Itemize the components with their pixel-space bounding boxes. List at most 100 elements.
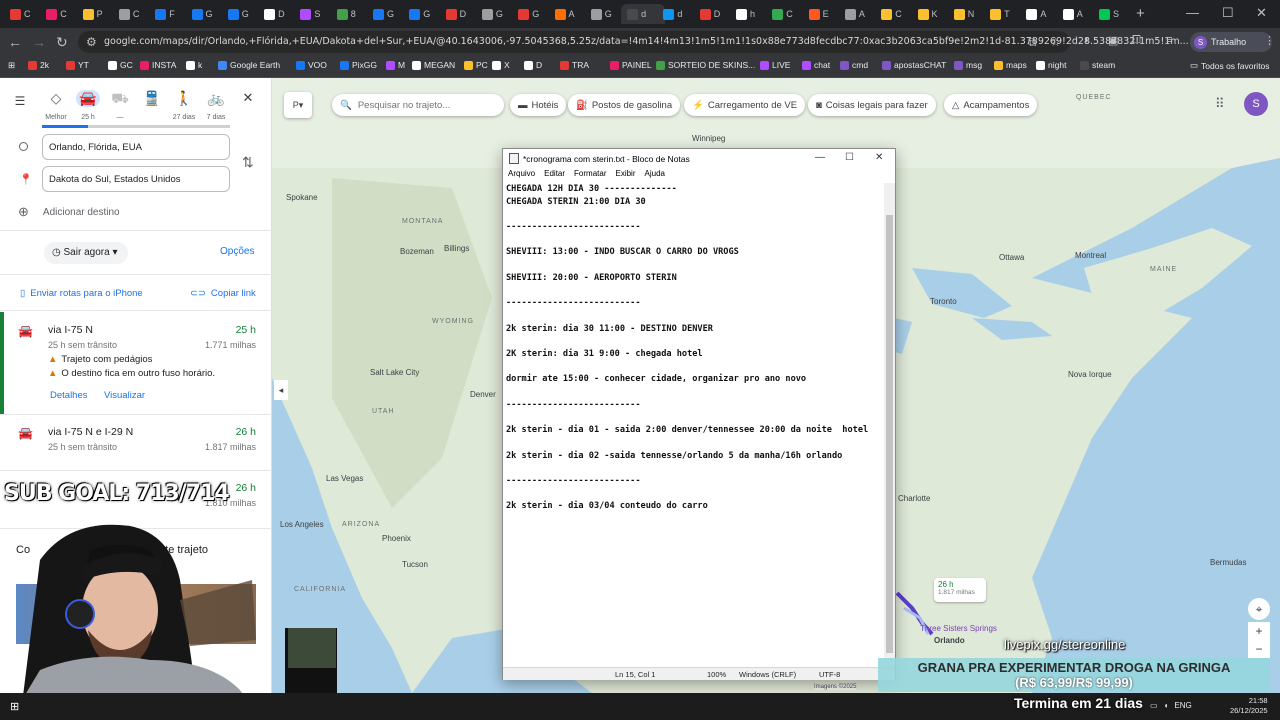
forward-button[interactable]: → <box>32 34 46 50</box>
things-to-do-chip[interactable]: ◙ Coisas legais para fazer <box>808 94 936 116</box>
browser-tab[interactable]: G <box>403 4 437 24</box>
browser-tab[interactable]: G <box>476 4 510 24</box>
extension-icon[interactable]: ◐ <box>1084 34 1091 46</box>
map-type-button[interactable]: P▾ <box>284 92 312 118</box>
bookmark-item[interactable]: VOO <box>296 60 327 70</box>
browser-tab[interactable]: A <box>1020 4 1054 24</box>
browser-tab[interactable]: C <box>766 4 800 24</box>
notepad-close-button[interactable]: ✕ <box>875 152 883 163</box>
network-icon[interactable]: ▭ <box>1150 701 1158 710</box>
extensions-puzzle-icon[interactable]: ⧠ <box>1132 34 1141 47</box>
browser-tab[interactable]: P <box>77 4 111 24</box>
browser-tab[interactable]: G <box>512 4 546 24</box>
route-option-2[interactable]: 🚘 via I-75 N e I-29 N 26 h 25 h sem trân… <box>0 414 272 470</box>
browser-menu-icon[interactable]: ⋮ <box>1264 34 1275 47</box>
options-button[interactable]: Opções <box>220 246 254 257</box>
bookmark-item[interactable]: steam <box>1080 60 1115 70</box>
route-search-input[interactable]: 🔍 Pesquisar no trajeto... <box>332 94 504 116</box>
browser-tab[interactable]: C <box>113 4 147 24</box>
bookmark-item[interactable]: 2k <box>28 60 49 70</box>
windows-start-icon[interactable]: ⊞ <box>10 700 19 713</box>
account-avatar[interactable]: S <box>1244 92 1268 116</box>
volume-icon[interactable]: ◖ <box>1164 701 1169 710</box>
leave-now-dropdown[interactable]: ◷ Sair agora ▾ <box>44 242 128 264</box>
origin-input[interactable]: Orlando, Flórida, EUA <box>42 134 230 160</box>
bookmark-star-icon[interactable]: ☆ <box>1050 35 1061 49</box>
bookmark-item[interactable]: chat <box>802 60 830 70</box>
bookmark-item[interactable]: MEGAN <box>412 60 455 70</box>
ev-charging-chip[interactable]: ⚡ Carregamento de VE <box>684 94 806 116</box>
browser-tab[interactable]: D <box>694 4 728 24</box>
close-directions-icon[interactable]: ✕ <box>236 90 260 106</box>
browser-tab[interactable]: h <box>730 4 764 24</box>
browser-tab[interactable]: 8 <box>331 4 365 24</box>
car-icon[interactable]: 🚘 <box>76 90 100 107</box>
bookmark-item[interactable]: INSTA <box>140 60 176 70</box>
reload-button[interactable]: ↻ <box>56 34 68 51</box>
bookmark-item[interactable]: maps <box>994 60 1027 70</box>
bookmark-item[interactable]: SORTEIO DE SKINS... <box>656 60 755 70</box>
language-indicator[interactable]: ENG <box>1174 701 1191 710</box>
share-icon[interactable]: ⧉ <box>1028 35 1037 50</box>
menu-editar[interactable]: Editar <box>544 169 565 183</box>
route-option-1[interactable]: 🚘 via I-75 N 25 h 25 h sem trânsito 1.77… <box>0 312 272 414</box>
hotels-chip[interactable]: ▬ Hotéis <box>510 94 567 116</box>
notepad-window[interactable]: *cronograma com sterin.txt - Bloco de No… <box>502 148 896 680</box>
maximize-button[interactable]: ☐ <box>1222 5 1234 21</box>
menu-ajuda[interactable]: Ajuda <box>645 169 665 183</box>
system-clock[interactable]: 21:58 26/12/2025 <box>1230 696 1268 716</box>
menu-formatar[interactable]: Formatar <box>574 169 606 183</box>
browser-tab[interactable]: S <box>294 4 328 24</box>
browser-tab[interactable]: K <box>912 4 946 24</box>
profile-button[interactable]: S Trabalho <box>1190 32 1272 52</box>
bookmark-item[interactable]: X <box>492 60 510 70</box>
browser-tab[interactable]: E <box>803 4 837 24</box>
walk-icon[interactable]: 🚶 <box>172 90 196 107</box>
bike-icon[interactable]: 🚲 <box>204 90 228 107</box>
notepad-scrollbar[interactable] <box>884 183 895 667</box>
best-route-icon[interactable]: ◇ <box>44 90 68 107</box>
browser-tab[interactable]: D <box>440 4 474 24</box>
menu-icon[interactable]: ☰ <box>8 94 32 108</box>
bookmark-item[interactable]: Google Earth <box>218 60 280 70</box>
site-settings-icon[interactable]: ⚙ <box>86 35 97 49</box>
back-button[interactable]: ← <box>8 34 22 50</box>
bookmark-item[interactable]: cmd <box>840 60 868 70</box>
browser-tab[interactable]: G <box>222 4 256 24</box>
route-preview-button[interactable]: Visualizar <box>104 390 145 401</box>
extension-icon-2[interactable]: ▣ <box>1108 34 1118 47</box>
google-apps-icon[interactable]: ⠿ <box>1215 96 1225 112</box>
copy-link[interactable]: ⊂⊃ Copiar link <box>190 288 256 299</box>
apps-grid-icon[interactable]: ⊞ <box>8 60 15 71</box>
browser-tab[interactable]: G <box>186 4 220 24</box>
notepad-maximize-button[interactable]: ☐ <box>845 152 854 163</box>
bookmark-item[interactable]: PAINEL <box>610 60 652 70</box>
close-window-button[interactable]: ✕ <box>1256 5 1267 21</box>
all-bookmarks-folder[interactable]: ▭ Todos os favoritos <box>1190 60 1270 71</box>
swap-directions-icon[interactable]: ⇅ <box>242 154 254 171</box>
camping-chip[interactable]: △ Acampamentos <box>944 94 1038 116</box>
motorcycle-icon[interactable]: ⛟ <box>108 90 132 109</box>
bookmark-item[interactable]: k <box>186 60 202 70</box>
browser-tab[interactable]: C <box>40 4 74 24</box>
send-to-phone-link[interactable]: ▯ Enviar rotas para o iPhone <box>20 288 143 299</box>
zoom-out-button[interactable]: − <box>1248 640 1270 658</box>
route-badge[interactable]: 26 h 1.817 milhas <box>934 578 986 602</box>
address-bar[interactable]: ⚙ google.com/maps/dir/Orlando,+Flórida,+… <box>78 31 1189 53</box>
browser-tab[interactable]: F <box>149 4 183 24</box>
bookmark-item[interactable]: msg <box>954 60 982 70</box>
transit-icon[interactable]: 🚆 <box>140 90 164 107</box>
browser-tab[interactable]: G <box>367 4 401 24</box>
bookmark-item[interactable]: M <box>386 60 405 70</box>
browser-tab[interactable]: A <box>1057 4 1091 24</box>
my-location-button[interactable]: ⌖ <box>1248 598 1270 620</box>
new-tab-button[interactable]: + <box>1136 5 1145 22</box>
notepad-text-area[interactable]: CHEGADA 12H DIA 30 -------------- CHEGADA… <box>506 183 884 667</box>
bookmark-item[interactable]: apostasCHAT <box>882 60 946 70</box>
menu-exibir[interactable]: Exibir <box>615 169 635 183</box>
browser-tab[interactable]: S <box>1093 4 1127 24</box>
bookmark-item[interactable]: night <box>1036 60 1066 70</box>
bookmark-item[interactable]: TRA <box>560 60 589 70</box>
collapse-panel-button[interactable]: ◂ <box>274 380 288 400</box>
browser-tab[interactable]: A <box>839 4 873 24</box>
